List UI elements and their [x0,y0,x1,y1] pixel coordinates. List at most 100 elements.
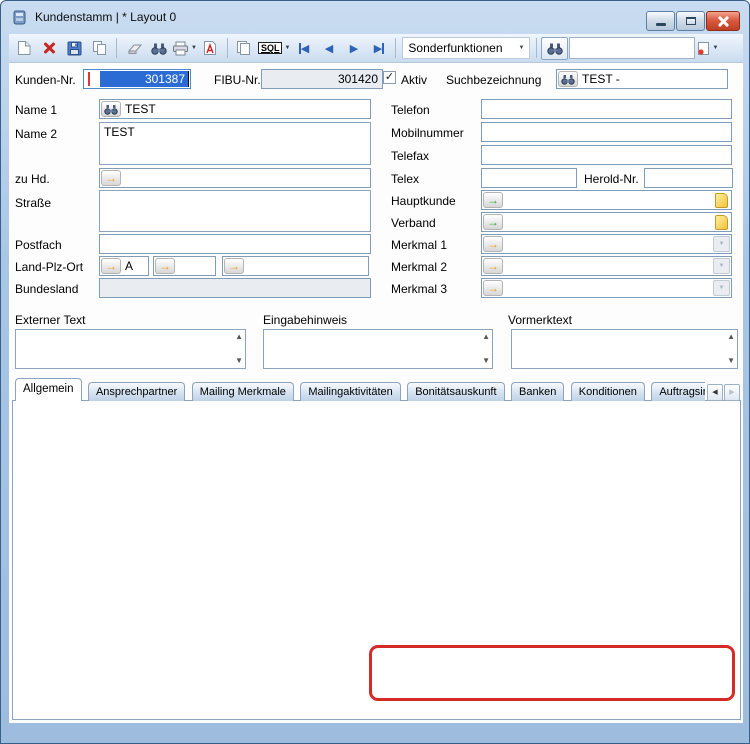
hauptkunde-field[interactable]: → [481,190,732,210]
highlight-annotation [369,645,735,701]
scroll-down-button[interactable]: ▼ [727,357,735,365]
tab-banken[interactable]: Banken [511,382,564,401]
postfach-field[interactable] [99,234,371,254]
scroll-up-button[interactable]: ▲ [235,333,243,341]
strasse-textarea[interactable] [99,190,371,232]
titlebar[interactable]: Kundenstamm | * Layout 0 [1,1,749,33]
dropdown-button[interactable]: ▼ [713,258,730,274]
quick-search-input[interactable] [569,37,695,59]
close-button[interactable] [706,11,740,31]
goto-arrow-button[interactable]: → [483,192,503,208]
bundesland-field [99,278,371,298]
arrow-icon: → [487,216,499,228]
telefon-field[interactable] [481,99,732,119]
telefax-field[interactable] [481,145,732,165]
new-button[interactable] [13,36,36,60]
kunden-nr-field[interactable]: 301387 [83,69,191,89]
plz-field[interactable]: → [153,256,216,276]
copy-icon [92,40,108,56]
arrow-icon: → [487,238,499,250]
scroll-up-button[interactable]: ▲ [482,333,490,341]
tab-mailing-merkmale[interactable]: Mailing Merkmale [192,382,294,401]
tab-mailingaktivitaeten[interactable]: Mailingaktivitäten [300,382,400,401]
merkmal2-field[interactable]: → ▼ [481,256,732,276]
tab-bonitaetsauskunft[interactable]: Bonitätsauskunft [407,382,504,401]
tab-ansprechpartner[interactable]: Ansprechpartner [88,382,185,401]
maximize-button[interactable] [676,11,705,31]
herold-nr-field[interactable] [644,168,733,188]
chevron-down-icon: ▼ [518,45,524,51]
ort-field[interactable]: → [222,256,369,276]
copy-pages-button[interactable] [233,36,256,60]
tab-auftragsinfo[interactable]: Auftragsinfo [651,382,705,401]
dropdown-button[interactable]: ▼ [713,236,730,252]
sql-button[interactable]: SQL▼ [258,36,290,60]
scroll-down-button[interactable]: ▼ [482,357,490,365]
search-first-button[interactable] [558,71,578,87]
bar-icon [382,43,384,54]
notes-icon[interactable] [715,215,728,230]
eingabehinweis-area[interactable]: ▲ ▼ [263,329,493,369]
chevron-down-icon: ▼ [719,263,725,269]
lookup-arrow-button[interactable]: → [224,258,244,274]
page-tag-icon [697,41,710,56]
fibu-nr-value: 301420 [263,72,381,86]
dropdown-button[interactable]: ▼ [713,280,730,296]
notes-icon[interactable] [715,193,728,208]
name2-textarea[interactable]: TEST [99,122,371,165]
minimize-button[interactable] [646,11,675,31]
copy-button[interactable] [88,36,111,60]
save-button[interactable] [63,36,86,60]
name1-field[interactable]: TEST [99,99,371,119]
nav-prev-button[interactable]: ◀ [317,36,340,60]
document-audit-icon [203,40,217,56]
tab-konditionen[interactable]: Konditionen [571,382,645,401]
delete-button[interactable] [38,36,61,60]
lookup-arrow-button[interactable]: → [101,170,121,186]
externer-text-area[interactable]: ▲ ▼ [15,329,246,369]
binoculars-icon [151,42,167,55]
land-field[interactable]: → A [99,256,149,276]
goto-arrow-button[interactable]: → [483,214,503,230]
zu-hd-field[interactable]: → [99,168,371,188]
audit-button[interactable] [199,36,222,60]
telefax-label: Telefax [391,149,429,163]
required-marker [88,72,90,86]
suchbezeichnung-field[interactable]: TEST - [556,69,728,89]
favorites-button[interactable]: ▼ [696,36,719,60]
nav-first-button[interactable]: ◀ [292,36,315,60]
merkmal3-field[interactable]: → ▼ [481,278,732,298]
aktiv-checkbox[interactable]: ✓ [383,71,396,84]
land-value: A [122,259,147,273]
find-button[interactable] [147,36,170,60]
lookup-arrow-button[interactable]: → [483,236,503,252]
chevron-down-icon: ▼ [712,45,718,51]
toolbar-separator [116,38,117,58]
sonderfunktionen-combobox[interactable]: Sonderfunktionen ▼ [402,37,530,59]
aktiv-label: Aktiv [401,73,427,87]
lookup-arrow-button[interactable]: → [155,258,175,274]
telex-field[interactable] [481,168,577,188]
quick-find-button[interactable] [541,37,568,60]
lookup-arrow-button[interactable]: → [483,258,503,274]
vormerktext-area[interactable]: ▲ ▼ [511,329,738,369]
tab-scroll-left-button[interactable]: ◀ [707,384,723,401]
sql-icon: SQL [258,42,283,54]
verband-label: Verband [391,216,436,230]
lookup-arrow-button[interactable]: → [101,258,121,274]
tab-allgemein[interactable]: Allgemein [15,378,82,401]
lookup-arrow-button[interactable]: → [483,280,503,296]
nav-next-button[interactable]: ▶ [342,36,365,60]
verband-field[interactable]: → [481,212,732,232]
print-button[interactable]: ▼ [172,36,197,60]
arrow-icon: → [487,194,499,206]
search-first-button[interactable] [101,101,121,117]
mobilnummer-field[interactable] [481,122,732,142]
merkmal1-field[interactable]: → ▼ [481,234,732,254]
tab-scroll-right-button[interactable]: ▶ [724,384,740,401]
erase-button[interactable] [122,36,145,60]
scroll-up-button[interactable]: ▲ [727,333,735,341]
scroll-down-button[interactable]: ▼ [235,357,243,365]
suchbezeichnung-label: Suchbezeichnung [446,73,541,87]
nav-last-button[interactable]: ▶ [367,36,390,60]
